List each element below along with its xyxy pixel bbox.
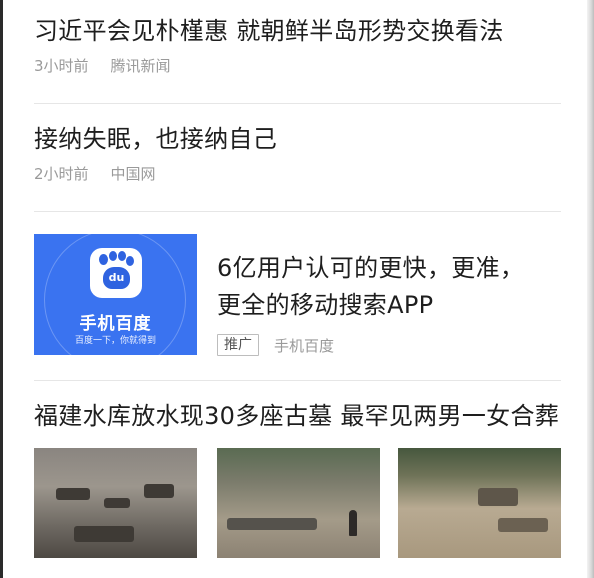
photo-detail (349, 510, 357, 536)
news-title[interactable]: 习近平会见朴槿惠 就朝鲜半岛形势交换看法 (34, 14, 561, 48)
ad-item[interactable]: du 手机百度 百度一下，你就得到 6亿用户认可的更快，更准， 更全的移动搜索A… (34, 212, 561, 380)
ad-title-line2[interactable]: 更全的移动搜索APP (217, 287, 547, 324)
news-meta: 3小时前 腾讯新闻 (34, 56, 561, 76)
ad-title-line1[interactable]: 6亿用户认可的更快，更准， (217, 250, 547, 287)
promo-badge: 推广 (217, 334, 259, 356)
photo-detail (56, 488, 90, 500)
photo-detail (144, 484, 174, 498)
paw-toe (118, 251, 126, 261)
ad-thumb-slogan: 百度一下，你就得到 (74, 336, 156, 346)
ad-text: 6亿用户认可的更快，更准， 更全的移动搜索APP 推广 手机百度 (217, 250, 547, 356)
photo-strip (34, 448, 561, 558)
logo-text: du (103, 267, 130, 289)
paw-toe (126, 256, 134, 266)
news-item[interactable]: 习近平会见朴槿惠 就朝鲜半岛形势交换看法 3小时前 腾讯新闻 (34, 0, 561, 103)
baidu-paw-logo-icon: du (90, 248, 142, 298)
news-item[interactable]: 福建水库放水现30多座古墓 最罕见两男一女合葬 (34, 381, 561, 558)
news-source: 中国网 (110, 165, 156, 183)
news-photo[interactable] (34, 448, 197, 558)
news-time: 2小时前 (34, 165, 89, 183)
news-photo[interactable] (398, 448, 561, 558)
photo-detail (104, 498, 130, 508)
ad-source: 手机百度 (274, 336, 335, 355)
photo-detail (74, 526, 134, 542)
ad-thumbnail[interactable]: du 手机百度 百度一下，你就得到 (34, 234, 197, 355)
news-source: 腾讯新闻 (110, 57, 171, 75)
news-meta: 2小时前 中国网 (34, 164, 561, 184)
news-item[interactable]: 接纳失眠，也接纳自己 2小时前 中国网 (34, 104, 561, 211)
news-title[interactable]: 福建水库放水现30多座古墓 最罕见两男一女合葬 (34, 398, 561, 434)
window-edge-left (0, 0, 3, 578)
ad-meta: 推广 手机百度 (217, 334, 547, 356)
photo-detail (498, 518, 548, 532)
news-feed: 习近平会见朴槿惠 就朝鲜半岛形势交换看法 3小时前 腾讯新闻 接纳失眠，也接纳自己… (34, 0, 561, 558)
photo-detail (227, 518, 317, 530)
photo-detail (478, 488, 518, 506)
paw-toe (109, 251, 117, 261)
news-photo[interactable] (217, 448, 380, 558)
news-title[interactable]: 接纳失眠，也接纳自己 (34, 122, 561, 156)
scrollbar-edge[interactable] (587, 0, 594, 578)
ad-thumb-brand: 手机百度 (79, 314, 152, 334)
news-time: 3小时前 (34, 57, 89, 75)
paw-toe (99, 254, 108, 265)
